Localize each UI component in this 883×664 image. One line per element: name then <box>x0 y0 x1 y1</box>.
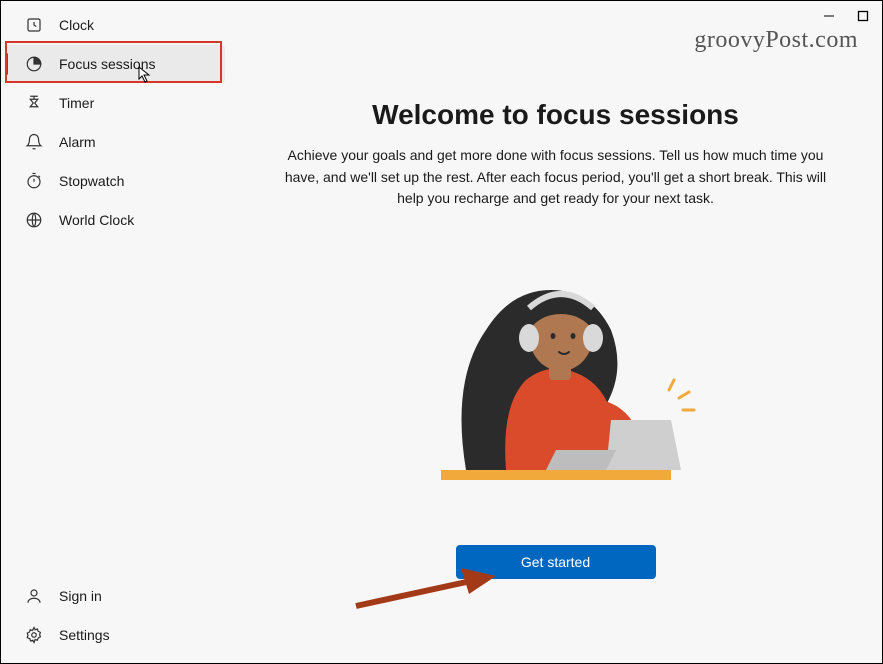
stopwatch-icon <box>25 172 43 190</box>
sidebar-item-sign-in[interactable]: Sign in <box>5 577 225 615</box>
illustration-person-laptop <box>411 260 701 495</box>
titlebar-controls <box>822 9 870 23</box>
sidebar-item-label: World Clock <box>59 212 134 228</box>
get-started-button[interactable]: Get started <box>456 545 656 579</box>
sidebar-item-alarm[interactable]: Alarm <box>5 123 225 161</box>
sidebar-item-clock[interactable]: Clock <box>5 6 225 44</box>
sidebar-item-label: Sign in <box>59 588 102 604</box>
minimize-button[interactable] <box>822 9 836 23</box>
cta-button-label: Get started <box>521 554 590 570</box>
sidebar: Clock Focus sessions Timer Alarm <box>1 1 229 663</box>
watermark: groovyPost.com <box>694 27 858 54</box>
timer-icon <box>25 94 43 112</box>
page-heading: Welcome to focus sessions <box>276 99 836 131</box>
sidebar-item-timer[interactable]: Timer <box>5 84 225 122</box>
sidebar-item-label: Stopwatch <box>59 173 124 189</box>
clock-icon <box>25 16 43 34</box>
page-description: Achieve your goals and get more done wit… <box>276 145 836 210</box>
focus-icon <box>25 55 43 73</box>
sidebar-item-label: Clock <box>59 17 94 33</box>
sidebar-item-label: Timer <box>59 95 94 111</box>
alarm-icon <box>25 133 43 151</box>
world-clock-icon <box>25 211 43 229</box>
sidebar-item-label: Settings <box>59 627 110 643</box>
sidebar-item-settings[interactable]: Settings <box>5 616 225 654</box>
sidebar-item-world-clock[interactable]: World Clock <box>5 201 225 239</box>
user-icon <box>25 587 43 605</box>
main-content: groovyPost.com Welcome to focus sessions… <box>229 1 882 663</box>
gear-icon <box>25 626 43 644</box>
sidebar-item-label: Alarm <box>59 134 96 150</box>
sidebar-item-focus-sessions[interactable]: Focus sessions <box>5 45 225 83</box>
sidebar-item-label: Focus sessions <box>59 56 155 72</box>
maximize-button[interactable] <box>856 9 870 23</box>
sidebar-item-stopwatch[interactable]: Stopwatch <box>5 162 225 200</box>
